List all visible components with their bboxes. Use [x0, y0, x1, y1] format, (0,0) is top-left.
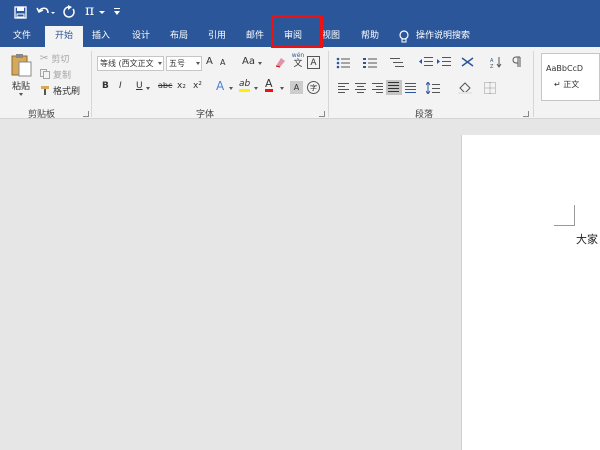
clipboard-group-label: 剪贴板	[28, 110, 56, 120]
highlight-box	[271, 15, 323, 48]
strikethrough-button[interactable]: abc	[158, 81, 172, 90]
tab-design[interactable]: 设计	[126, 26, 156, 47]
borders-icon[interactable]	[484, 82, 496, 94]
align-center-icon[interactable]	[355, 83, 366, 93]
svg-text:Z: Z	[490, 64, 494, 68]
decrease-indent-icon[interactable]	[419, 56, 433, 68]
tab-layout[interactable]: 布局	[164, 26, 194, 47]
separator	[533, 51, 534, 117]
format-painter-label: 格式刷	[53, 86, 81, 97]
text-effects-button[interactable]: A	[216, 79, 224, 93]
paste-icon[interactable]	[11, 53, 33, 77]
align-right-icon[interactable]	[372, 83, 383, 93]
equation-dropdown-icon[interactable]	[99, 11, 105, 14]
clipboard-launcher-icon[interactable]	[83, 111, 89, 117]
copy-icon	[40, 69, 50, 79]
show-formatting-marks-icon[interactable]	[512, 56, 522, 68]
character-shading-button[interactable]: A	[290, 81, 303, 94]
paste-dropdown-icon[interactable]	[19, 93, 23, 96]
superscript-button[interactable]: x²	[193, 81, 202, 91]
margin-mark-vertical	[574, 205, 575, 226]
tab-mailings[interactable]: 邮件	[240, 26, 270, 47]
tab-home[interactable]: 开始	[45, 26, 83, 47]
tab-file[interactable]: 文件	[8, 26, 36, 47]
text-effects-dropdown-icon[interactable]	[229, 87, 233, 90]
paragraph-group-label: 段落	[415, 110, 434, 120]
font-launcher-icon[interactable]	[319, 111, 325, 117]
font-color-dropdown-icon[interactable]	[280, 87, 284, 90]
highlight-color-button[interactable]: ab	[239, 80, 251, 92]
separator	[328, 51, 329, 117]
document-text[interactable]: 大家	[576, 231, 598, 247]
change-case-dropdown-icon[interactable]	[258, 62, 262, 65]
document-page[interactable]: 大家	[461, 135, 600, 450]
margin-mark-horizontal	[554, 225, 575, 226]
highlight-dropdown-icon[interactable]	[254, 87, 258, 90]
phonetic-guide-top: wén	[291, 52, 305, 59]
customize-qat-icon[interactable]	[114, 8, 120, 16]
cut-button[interactable]: ✂ 剪切	[40, 52, 70, 65]
font-group-label: 字体	[196, 110, 215, 120]
cut-label: 剪切	[51, 54, 70, 65]
subscript-button[interactable]: x₂	[177, 81, 186, 91]
numbering-icon[interactable]	[363, 57, 377, 69]
enclose-characters-button[interactable]: 字	[307, 81, 320, 94]
tab-help[interactable]: 帮助	[355, 26, 385, 47]
equation-button[interactable]: π	[85, 3, 94, 19]
copy-label: 复制	[53, 70, 72, 81]
paste-label[interactable]: 粘贴	[12, 79, 30, 92]
distributed-icon[interactable]	[405, 83, 416, 93]
character-border-button[interactable]: A	[307, 56, 320, 69]
justify-button[interactable]	[386, 80, 402, 95]
ribbon-home: 粘贴 ✂ 剪切 复制 格式刷 剪贴板 等线 (西文正文 五号 A A Aa wén…	[0, 47, 600, 120]
paragraph-launcher-icon[interactable]	[523, 111, 529, 117]
shading-icon[interactable]	[458, 82, 472, 94]
paintbrush-icon	[40, 85, 50, 95]
separator	[91, 51, 92, 117]
bold-button[interactable]: B	[102, 81, 109, 91]
style-sample: AaBbCcD	[546, 64, 584, 73]
font-size-dropdown-icon[interactable]	[196, 62, 200, 65]
bullets-icon[interactable]	[336, 57, 350, 69]
copy-button[interactable]: 复制	[40, 68, 72, 81]
font-name-combo[interactable]: 等线 (西文正文	[97, 56, 164, 71]
underline-dropdown-icon[interactable]	[146, 87, 150, 90]
redo-icon[interactable]	[63, 5, 76, 19]
format-painter-button[interactable]: 格式刷	[40, 84, 81, 97]
save-icon[interactable]	[14, 6, 27, 19]
font-name-dropdown-icon[interactable]	[158, 62, 162, 65]
line-spacing-icon[interactable]	[426, 82, 440, 94]
font-color-button[interactable]: A	[265, 78, 273, 92]
align-left-icon[interactable]	[338, 83, 349, 93]
justify-icon	[388, 82, 399, 92]
phonetic-guide-bottom: 文	[293, 59, 303, 69]
tab-references[interactable]: 引用	[202, 26, 232, 47]
italic-button[interactable]: I	[119, 81, 122, 91]
lightbulb-icon	[399, 30, 409, 43]
sort-icon[interactable]: AZ	[490, 56, 502, 68]
grow-font-button[interactable]: A	[206, 56, 213, 67]
phonetic-guide-button[interactable]: wén 文	[291, 52, 305, 69]
underline-button[interactable]: U	[136, 81, 143, 91]
style-normal[interactable]: AaBbCcD ↵ 正文	[541, 53, 600, 101]
shrink-font-button[interactable]: A	[220, 58, 225, 67]
chinese-layout-icon[interactable]	[461, 56, 475, 68]
tell-me-search[interactable]: 操作说明搜索	[416, 26, 478, 47]
change-case-button[interactable]: Aa	[242, 56, 255, 67]
increase-indent-icon[interactable]	[437, 56, 451, 68]
style-name: ↵ 正文	[554, 80, 580, 89]
undo-icon[interactable]	[36, 6, 56, 19]
tab-insert[interactable]: 插入	[86, 26, 116, 47]
scissors-icon: ✂	[40, 52, 49, 64]
clear-formatting-icon[interactable]	[274, 56, 286, 68]
multilevel-list-icon[interactable]	[390, 57, 404, 69]
